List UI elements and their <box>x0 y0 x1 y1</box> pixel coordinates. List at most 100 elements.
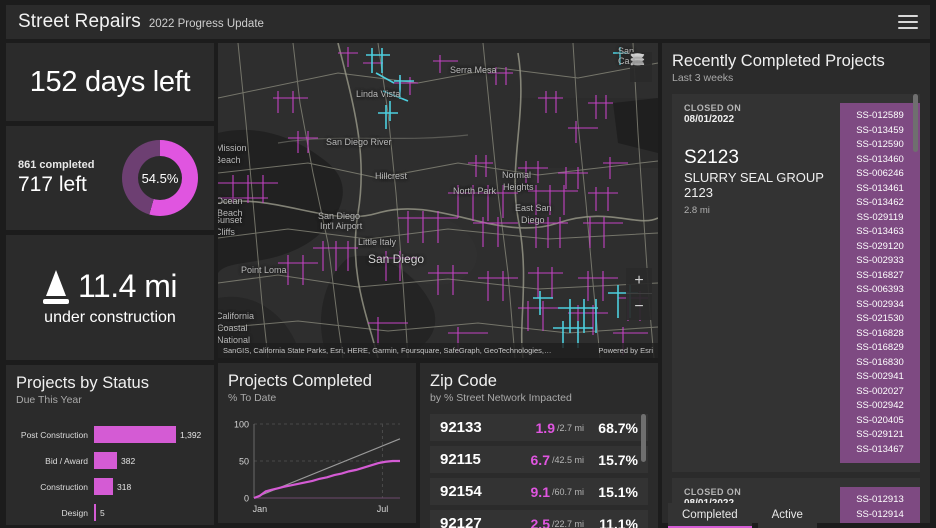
bar-label: Design <box>61 507 88 518</box>
project-tag[interactable]: SS-012590 <box>840 138 920 153</box>
project-tag[interactable]: SS-012913 <box>840 493 920 508</box>
project-tag[interactable]: SS-013461 <box>840 182 920 197</box>
bar-value: 1,392 <box>180 429 202 440</box>
project-tag[interactable]: SS-016829 <box>840 341 920 356</box>
zip-percent: 68.7% <box>598 419 638 436</box>
bar-row[interactable]: Bid / Award 382 <box>16 450 204 471</box>
project-tag[interactable]: SS-012914 <box>840 508 920 523</box>
project-tag[interactable]: SS-020405 <box>840 414 920 429</box>
donut-text-block: 861 completed 717 left <box>18 159 122 197</box>
closed-on-label: CLOSED ON <box>684 103 742 113</box>
projects-panel-title: Recently Completed Projects <box>672 52 885 70</box>
project-card[interactable]: CLOSED ON 08/01/2022 S2123 SLURRY SEAL GROU… <box>672 94 920 472</box>
bar-label: Construction <box>40 481 88 492</box>
project-card-list[interactable]: CLOSED ON 08/01/2022 S2123 SLURRY SEAL GROU… <box>672 94 920 523</box>
map-controls[interactable] <box>630 52 652 82</box>
zip-total-miles: /42.5 mi <box>551 454 584 465</box>
x-tick-label: Jan <box>253 504 268 514</box>
map-view[interactable]: Serra MesaLinda VistaSan CarlosMissionBe… <box>218 43 658 358</box>
project-tag[interactable]: SS-006246 <box>840 167 920 182</box>
project-card-details: CLOSED ON 08/01/2022 S2123 SLURRY SEAL GROU… <box>684 103 840 463</box>
miles-caption: under construction <box>44 309 176 326</box>
zip-total-miles: /22.7 mi <box>551 518 584 528</box>
project-tag[interactable]: SS-002027 <box>840 385 920 400</box>
powered-by-text: Powered by Esri <box>598 346 653 355</box>
days-left-value: 152 days left <box>29 65 191 98</box>
status-panel-subtitle: Due This Year <box>16 394 82 406</box>
zip-row[interactable]: 92133 1.9/2.7 mi 68.7% <box>430 414 648 441</box>
attribution-text: SanGIS, California State Parks, Esri, HE… <box>223 346 552 355</box>
zip-miles: 1.9 <box>535 419 555 436</box>
project-tag[interactable]: SS-013467 <box>840 443 920 458</box>
zip-code: 92133 <box>440 419 482 436</box>
bar-fill[interactable] <box>94 426 176 443</box>
donut-percent: 54.5% <box>138 156 182 200</box>
map-zoom-out-button[interactable]: − <box>626 294 652 320</box>
closed-on-date: 08/01/2022 <box>684 114 735 125</box>
hamburger-icon[interactable] <box>898 15 918 29</box>
bar-row[interactable]: Post Construction 1,392 <box>16 424 204 445</box>
zip-row[interactable]: 92127 2.5/22.7 mi 11.1% <box>430 510 648 528</box>
project-tag-list[interactable]: SS-012913 SS-012914 <box>840 487 920 523</box>
project-tag[interactable]: SS-002934 <box>840 298 920 313</box>
projects-panel-subtitle: Last 3 weeks <box>672 72 734 84</box>
zip-percent: 11.1% <box>599 515 638 528</box>
project-tag[interactable]: SS-029120 <box>840 240 920 255</box>
closed-on-label: CLOSED ON <box>684 487 742 497</box>
zip-row[interactable]: 92115 6.7/42.5 mi 15.7% <box>430 446 648 473</box>
projects-scrollbar[interactable] <box>913 94 918 152</box>
project-tag[interactable]: SS-013459 <box>840 124 920 139</box>
bar-row[interactable]: Construction 318 <box>16 476 204 497</box>
zip-code-card: Zip Code by % Street Network Impacted 92… <box>420 363 658 528</box>
tab-completed[interactable]: Completed <box>668 503 752 528</box>
project-name: SLURRY SEAL GROUP 2123 <box>684 170 824 200</box>
bar-label: Bid / Award <box>45 455 88 466</box>
project-tag[interactable]: SS-016830 <box>840 356 920 371</box>
donut-chart: 54.5% <box>122 140 198 216</box>
completion-donut-card: 861 completed 717 left 54.5% <box>6 126 214 230</box>
project-tag[interactable]: SS-013460 <box>840 153 920 168</box>
project-tag[interactable]: SS-002933 <box>840 254 920 269</box>
zip-miles: 6.7 <box>530 451 550 468</box>
bar-fill[interactable] <box>94 478 113 495</box>
project-tag[interactable]: SS-029119 <box>840 211 920 226</box>
zip-row[interactable]: 92154 9.1/60.7 mi 15.1% <box>430 478 648 505</box>
zip-list[interactable]: 92133 1.9/2.7 mi 68.7% 92115 6.7/42.5 mi 15.7… <box>430 414 648 528</box>
map-zoom-in-button[interactable]: + <box>626 268 652 294</box>
project-tag[interactable]: SS-013463 <box>840 225 920 240</box>
project-tag[interactable]: SS-016827 <box>840 269 920 284</box>
project-tag[interactable]: SS-012589 <box>840 109 920 124</box>
project-tag[interactable]: SS-016828 <box>840 327 920 342</box>
layers-stack-icon[interactable] <box>630 52 645 67</box>
zip-percent: 15.1% <box>598 483 638 500</box>
tab-active[interactable]: Active <box>757 503 817 528</box>
miles-value: 11.4 mi <box>77 268 178 304</box>
bar-row[interactable]: Design 5 <box>16 502 204 523</box>
left-column: 152 days left 861 completed 717 left 54.… <box>6 43 214 525</box>
y-tick-label: 0 <box>244 494 249 504</box>
bar-fill[interactable] <box>94 452 117 469</box>
status-bar-chart: Post Construction 1,392 Bid / Award 382 Cons… <box>16 424 204 523</box>
zip-scrollbar[interactable] <box>641 414 646 462</box>
page-subtitle: 2022 Progress Update <box>148 18 264 30</box>
project-tag-list[interactable]: SS-012589 SS-013459 SS-012590 SS-013460 SS-0… <box>840 103 920 463</box>
zip-miles: 2.5 <box>530 515 550 528</box>
completed-line-chart: 0 50 100 Jan Jul <box>228 416 406 528</box>
projects-completed-card: Projects Completed % To Date 0 50 100 Jan Ju… <box>218 363 416 523</box>
map-zoom-controls[interactable]: + − <box>626 268 652 320</box>
hamburger-bar <box>898 21 918 23</box>
days-left-card: 152 days left <box>6 43 214 121</box>
project-tag[interactable]: SS-021530 <box>840 312 920 327</box>
zip-total-miles: /2.7 mi <box>556 422 584 433</box>
hamburger-bar <box>898 15 918 17</box>
project-tag[interactable]: SS-006393 <box>840 283 920 298</box>
zip-code: 92154 <box>440 483 482 500</box>
project-length: 2.8 mi <box>684 205 710 216</box>
project-tag[interactable]: SS-013462 <box>840 196 920 211</box>
status-panel-title: Projects by Status <box>16 374 149 392</box>
project-tag[interactable]: SS-002942 <box>840 399 920 414</box>
panel-tabs[interactable]: Completed Active <box>668 503 817 528</box>
project-tag[interactable]: SS-002941 <box>840 370 920 385</box>
project-tag[interactable]: SS-029121 <box>840 428 920 443</box>
completed-count: 861 completed <box>18 159 95 171</box>
